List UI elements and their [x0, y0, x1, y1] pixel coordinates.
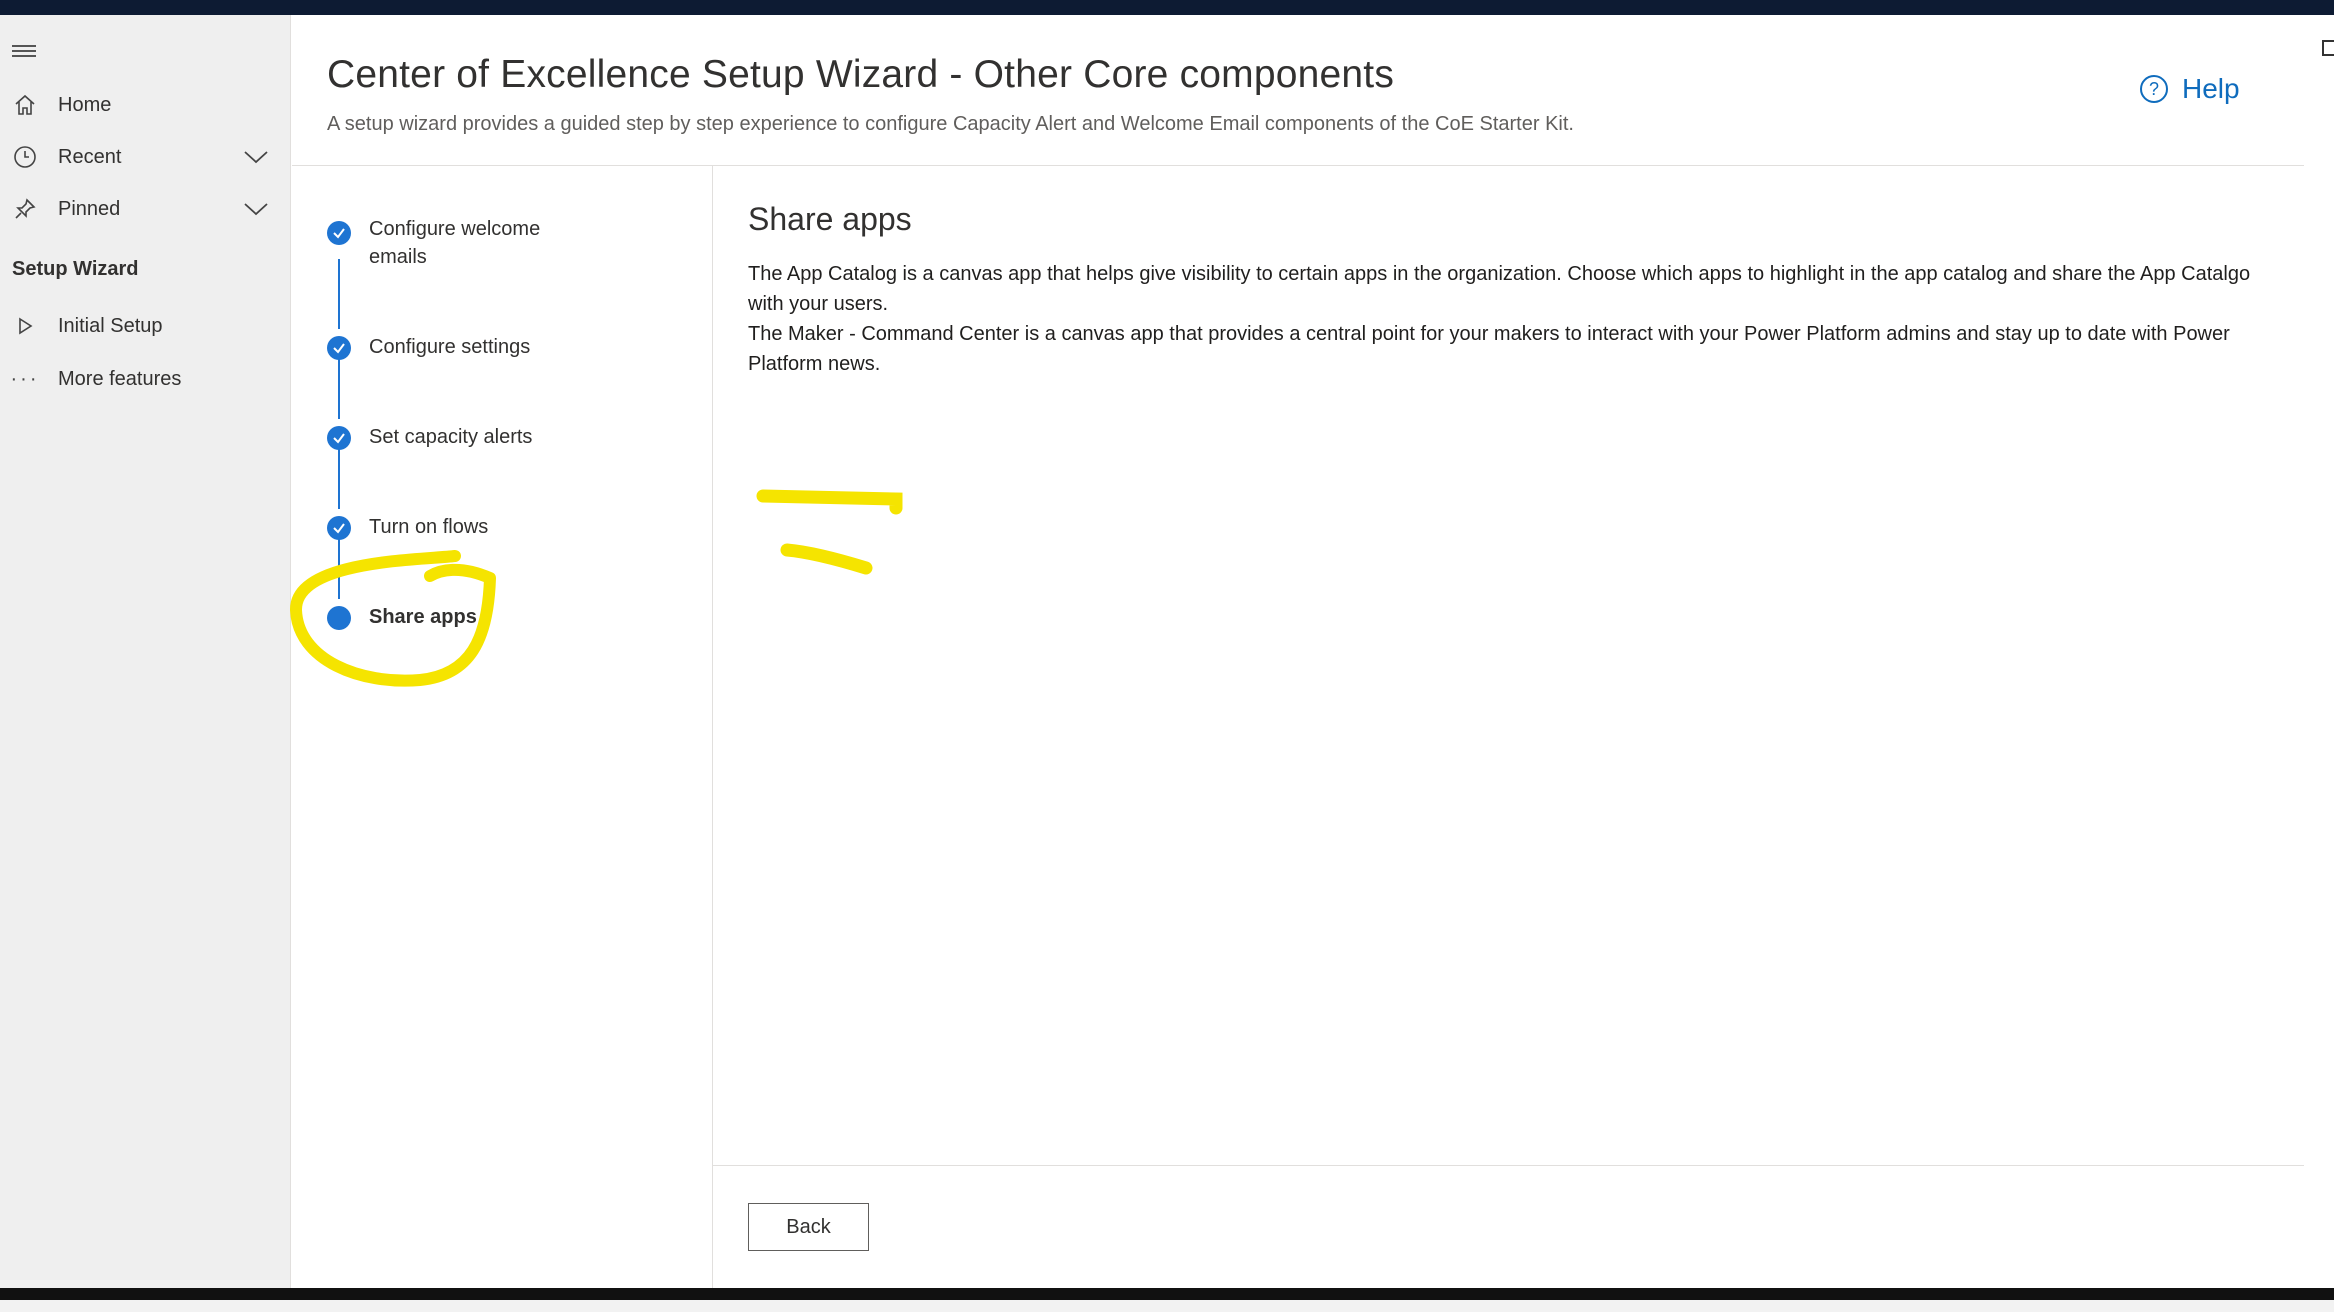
step-label: Configure welcome emails	[369, 218, 541, 268]
nav-item-label: Pinned	[58, 197, 121, 220]
app-catalog-description: The App Catalog is a canvas app that hel…	[748, 263, 2251, 315]
check-icon	[327, 516, 351, 540]
hamburger-menu-icon[interactable]	[12, 39, 36, 61]
help-icon: ?	[2140, 75, 2168, 103]
step-connector	[338, 259, 340, 329]
steps-divider	[712, 166, 713, 1288]
help-button[interactable]: ? Help	[2140, 73, 2240, 105]
step-label: Turn on flows	[369, 516, 489, 538]
check-icon	[327, 426, 351, 450]
step-label: Set capacity alerts	[369, 426, 533, 448]
play-icon	[12, 313, 38, 339]
check-icon	[327, 336, 351, 360]
nav-item-recent[interactable]: Recent	[0, 132, 291, 182]
footer-divider	[713, 1165, 2304, 1166]
nav-item-label: Recent	[58, 145, 122, 168]
header-divider	[292, 165, 2304, 166]
step-label: Configure settings	[369, 336, 531, 358]
comment-icon[interactable]	[2322, 40, 2334, 56]
page-title: Center of Excellence Setup Wizard - Othe…	[327, 53, 1395, 96]
command-center-description: The Maker - Command Center is a canvas a…	[748, 323, 2230, 375]
ellipsis-icon: ···	[10, 367, 40, 390]
top-bar	[0, 0, 2334, 15]
step-label: Share apps	[369, 606, 477, 628]
nav-section-title: Setup Wizard	[12, 258, 139, 280]
clock-icon	[12, 144, 38, 170]
nav-item-label: More features	[58, 367, 182, 390]
help-label: Help	[2182, 73, 2240, 104]
nav-item-label: Home	[58, 93, 112, 116]
home-icon	[12, 92, 38, 118]
taskbar-strip	[0, 1300, 2334, 1312]
current-step-dot-icon	[327, 606, 351, 630]
pin-icon	[12, 196, 38, 222]
right-edge-panel	[2304, 15, 2334, 1288]
content-heading: Share apps	[748, 201, 912, 237]
nav-item-label: Initial Setup	[58, 314, 163, 337]
back-button[interactable]: Back	[748, 1203, 869, 1251]
nav-item-home[interactable]: Home	[0, 80, 291, 130]
left-nav: Home Recent Pinned Setup Wizard Initial …	[0, 15, 291, 1288]
nav-item-more-features[interactable]: ··· More features	[0, 354, 291, 404]
main-panel: Center of Excellence Setup Wizard - Othe…	[292, 15, 2304, 1288]
check-icon	[327, 221, 351, 245]
page-subtitle: A setup wizard provides a guided step by…	[327, 113, 1574, 135]
nav-item-pinned[interactable]: Pinned	[0, 184, 291, 234]
nav-item-initial-setup[interactable]: Initial Setup	[0, 301, 291, 351]
chevron-down-icon[interactable]	[242, 195, 270, 223]
chevron-down-icon[interactable]	[242, 143, 270, 171]
